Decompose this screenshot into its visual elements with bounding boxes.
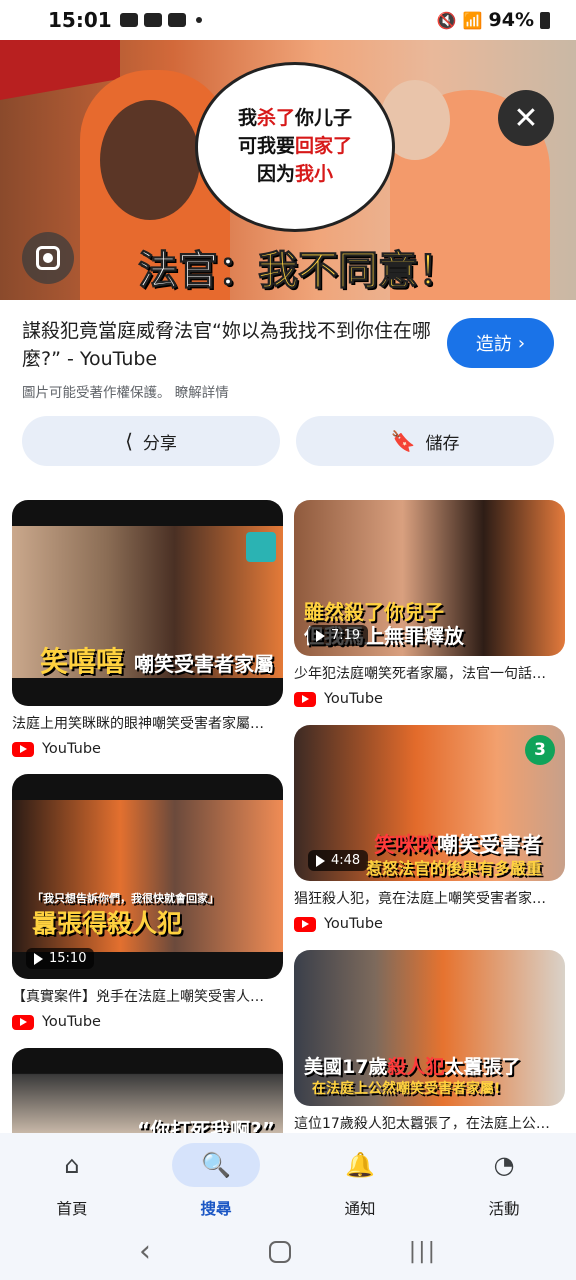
speech-bubble: 我杀了你儿子 可我要回家了 因为我小 (195, 62, 395, 232)
close-icon: ✕ (513, 100, 539, 136)
share-icon: ⟨ (125, 429, 133, 453)
result-caption[interactable]: 【真實案件】兇手在法庭上嘲笑受害人… (12, 986, 283, 1006)
thumbnail-overlay-text: 笑嘻嘻 (40, 645, 125, 678)
mute-icon: 🔇 (436, 10, 457, 30)
google-lens-button[interactable] (22, 232, 74, 284)
status-bar: 15:01 🔇 📶 94% (0, 0, 576, 40)
result-caption[interactable]: 這位17歲殺人犯太囂張了，在法庭上公… (294, 1113, 565, 1133)
result-thumbnail[interactable]: 雖然殺了你兒子 但我馬上無罪釋放 7:19 (294, 500, 565, 656)
share-button[interactable]: ⟨ 分享 (22, 416, 280, 466)
source-label: YouTube (324, 691, 383, 707)
nav-home[interactable]: ⌂ 首頁 (0, 1133, 144, 1223)
youtube-icon (12, 1014, 34, 1030)
search-icon: 🔍 (172, 1143, 260, 1187)
nav-search[interactable]: 🔍 搜尋 (144, 1133, 288, 1223)
result-thumbnail[interactable]: 笑嘻嘻 嘲笑受害者家屬 (12, 500, 283, 706)
source-label: YouTube (42, 741, 101, 757)
close-button[interactable]: ✕ (498, 90, 554, 146)
source-label: YouTube (324, 916, 383, 932)
bell-icon: 🔔 (345, 1151, 375, 1179)
result-caption[interactable]: 法庭上用笑眯眯的眼神嘲笑受害者家屬… (12, 713, 283, 733)
bubble-line-2: 可我要回家了 (237, 135, 353, 158)
thumbnail-overlay-text: 在法庭上公然嘲笑受害者家屬! (312, 1081, 501, 1097)
thumbnail-overlay-text: 囂張得殺人犯 (32, 909, 183, 938)
nav-label: 活動 (488, 1200, 520, 1218)
gallery-icon (119, 13, 138, 27)
preview-image[interactable]: 我杀了你儿子 可我要回家了 因为我小 法官：我不同意！ ✕ (0, 40, 576, 300)
nav-label: 通知 (344, 1200, 376, 1218)
related-result-card[interactable]: 3 笑咪咪嘲笑受害者 惹怒法官的後果有多嚴重 4:48 猖狂殺人犯，竟在法庭上嘲… (294, 725, 565, 932)
youtube-notification-icon (167, 13, 186, 27)
channel-logo (246, 532, 276, 562)
nav-notifications[interactable]: 🔔 通知 (288, 1133, 432, 1223)
bookmark-icon: 🔖 (390, 429, 416, 453)
thumbnail-overlay-text: 嘲笑受害者家屬 (134, 652, 274, 676)
thumbnail-overlay-text: 美國17歲殺人犯太囂張了 (304, 1056, 521, 1078)
home-icon: ⌂ (64, 1151, 80, 1179)
bottom-navigation: ⌂ 首頁 🔍 搜尋 🔔 通知 ◔ 活動 (0, 1133, 576, 1223)
channel-badge: 3 (525, 735, 555, 765)
duration-badge: 15:10 (26, 948, 95, 969)
system-navigation-bar: ‹ ||| (0, 1223, 576, 1280)
action-buttons: ⟨ 分享 🔖 儲存 (22, 416, 554, 466)
copyright-note[interactable]: 圖片可能受著作權保護。 瞭解詳情 (22, 381, 432, 401)
related-result-card[interactable]: 笑嘻嘻 嘲笑受害者家屬 法庭上用笑眯眯的眼神嘲笑受害者家屬… YouTube (12, 500, 283, 757)
result-thumbnail[interactable]: 美國17歲殺人犯太囂張了 在法庭上公然嘲笑受害者家屬! (294, 950, 565, 1106)
nav-label: 首頁 (56, 1200, 88, 1218)
result-title[interactable]: 謀殺犯竟當庭威脅法官“妳以為我找不到你住在哪麼?” - YouTube (22, 318, 432, 373)
home-button-icon[interactable] (268, 1240, 291, 1263)
bubble-line-3: 因为我小 (256, 162, 334, 185)
result-source: YouTube (12, 741, 283, 757)
save-button[interactable]: 🔖 儲存 (296, 416, 554, 466)
related-result-card[interactable]: 美國17歲殺人犯太囂張了 在法庭上公然嘲笑受害者家屬! 這位17歲殺人犯太囂張了… (294, 950, 565, 1133)
duration-badge: 4:48 (308, 850, 369, 871)
related-result-card[interactable]: 「我只想告訴你們，我很快就會回家」 囂張得殺人犯 15:10 【真實案件】兇手在… (12, 774, 283, 1030)
battery-level: 94% (488, 9, 534, 31)
play-icon (316, 629, 325, 642)
youtube-notification-icon (143, 13, 162, 27)
activity-icon: ◔ (493, 1151, 515, 1179)
related-result-card[interactable]: 雖然殺了你兒子 但我馬上無罪釋放 7:19 少年犯法庭嘲笑死者家屬，法官一句話…… (294, 500, 565, 707)
wifi-icon: 📶 (462, 10, 483, 30)
visit-button[interactable]: 造訪 › (447, 318, 554, 368)
recent-apps-icon[interactable]: ||| (409, 1239, 437, 1264)
share-label: 分享 (142, 433, 177, 454)
bubble-line-1: 我杀了你儿子 (237, 107, 353, 130)
battery-icon (540, 11, 550, 29)
visit-label: 造訪 (475, 334, 512, 355)
nav-label: 搜尋 (200, 1200, 232, 1218)
result-thumbnail[interactable]: “你打死我啊?” (12, 1048, 283, 1133)
source-label: YouTube (42, 1014, 101, 1030)
notification-icons (119, 13, 186, 27)
nav-activity[interactable]: ◔ 活動 (432, 1133, 576, 1223)
result-source: YouTube (294, 916, 565, 932)
result-info: 謀殺犯竟當庭威脅法官“妳以為我找不到你住在哪麼?” - YouTube 圖片可能… (22, 318, 432, 401)
youtube-icon (294, 691, 316, 707)
result-thumbnail[interactable]: 3 笑咪咪嘲笑受害者 惹怒法官的後果有多嚴重 4:48 (294, 725, 565, 881)
youtube-icon (294, 916, 316, 932)
result-caption[interactable]: 少年犯法庭嘲笑死者家屬，法官一句話… (294, 663, 565, 683)
thumbnail-overlay-text: 惹怒法官的後果有多嚴重 (366, 859, 543, 878)
status-right: 🔇 📶 94% (437, 9, 550, 31)
result-thumbnail[interactable]: 「我只想告訴你們，我很快就會回家」 囂張得殺人犯 15:10 (12, 774, 283, 979)
defendant-face (100, 100, 200, 220)
result-source: YouTube (294, 691, 565, 707)
result-source: YouTube (12, 1014, 283, 1030)
result-caption[interactable]: 猖狂殺人犯，竟在法庭上嘲笑受害者家… (294, 888, 565, 908)
play-icon (316, 854, 325, 867)
back-icon[interactable]: ‹ (139, 1234, 151, 1269)
hero-banner-text: 法官：我不同意！ (138, 248, 459, 295)
lens-icon (36, 246, 60, 270)
play-icon (34, 952, 43, 965)
youtube-icon (12, 741, 34, 757)
status-time: 15:01 (48, 8, 112, 32)
related-result-card[interactable]: “你打死我啊?” (12, 1048, 283, 1133)
save-label: 儲存 (425, 433, 460, 454)
more-notifications-icon (195, 17, 202, 23)
thumbnail-overlay-text: “你打死我啊?” (137, 1118, 275, 1133)
chevron-right-icon: › (517, 332, 526, 354)
duration-badge: 7:19 (308, 625, 369, 646)
screen: 15:01 🔇 📶 94% 我杀了你儿子 可我要回家了 因为我小 法官：我不同意… (0, 0, 576, 1280)
